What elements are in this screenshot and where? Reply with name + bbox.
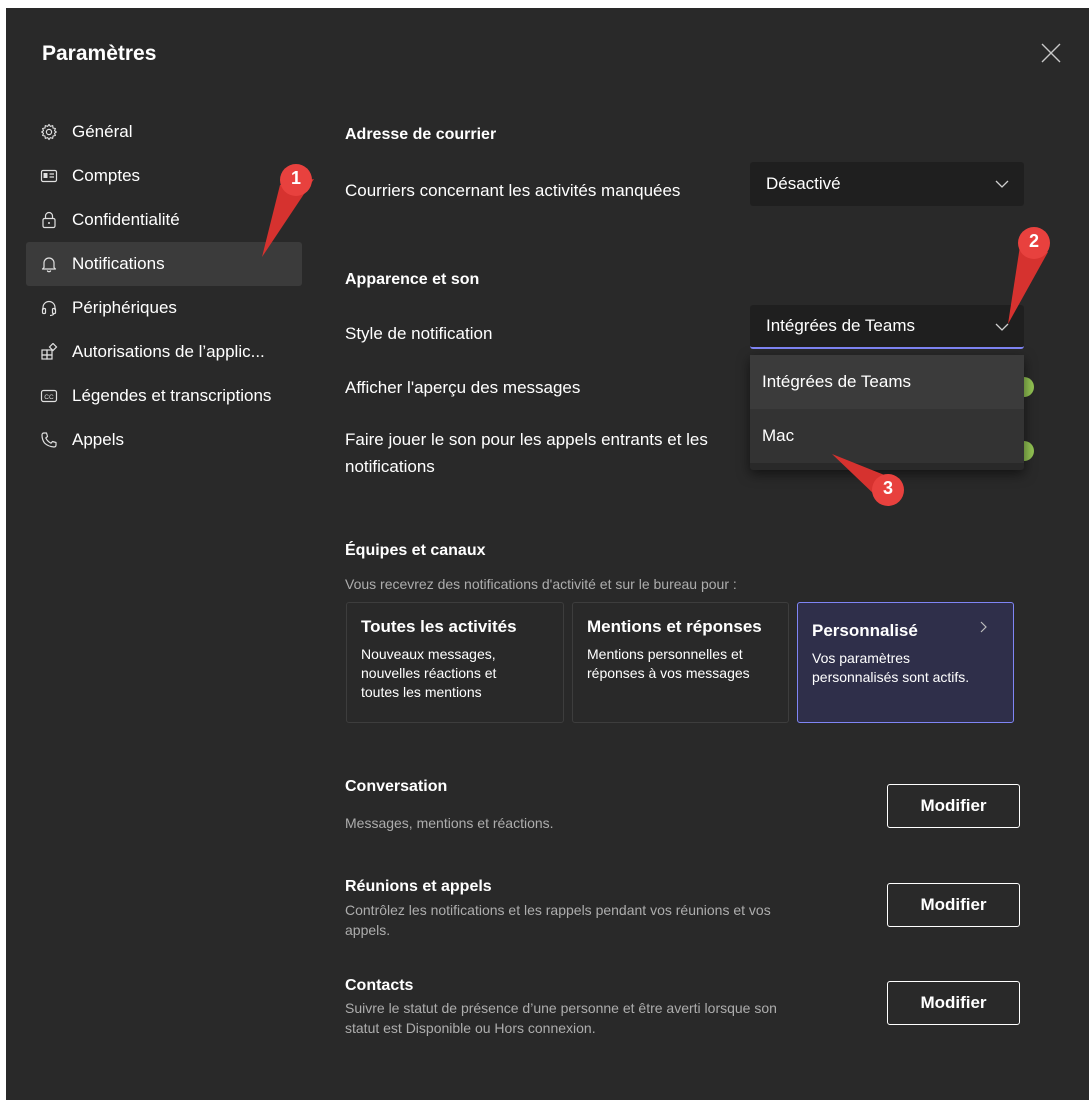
sidebar-item-label: Comptes bbox=[72, 166, 141, 185]
dropdown-option-teams[interactable]: Intégrées de Teams bbox=[750, 355, 1024, 409]
meetings-heading: Réunions et appels bbox=[345, 878, 492, 895]
sound-label-line2: notifications bbox=[345, 457, 435, 476]
card-desc-line1: Vos paramètres bbox=[812, 650, 911, 666]
contacts-heading: Contacts bbox=[345, 977, 414, 994]
close-icon[interactable] bbox=[1040, 42, 1062, 64]
chevron-right-icon bbox=[980, 621, 987, 633]
annotation-marker-3: 3 bbox=[828, 452, 908, 512]
chevron-down-icon bbox=[995, 180, 1009, 188]
sidebar-item-label: Appels bbox=[72, 430, 124, 449]
gear-icon bbox=[38, 121, 60, 143]
meetings-modify-button[interactable]: Modifier bbox=[887, 883, 1020, 927]
sidebar-item-label: Périphériques bbox=[72, 298, 177, 317]
missed-activity-select[interactable]: Désactivé bbox=[750, 162, 1024, 206]
notification-style-select[interactable]: Intégrées de Teams bbox=[750, 305, 1024, 349]
sidebar-item-label: Général bbox=[72, 122, 133, 141]
sidebar-item-captions[interactable]: CC Légendes et transcriptions bbox=[26, 374, 302, 418]
card-desc-line2: réponses à vos messages bbox=[587, 665, 750, 681]
sidebar-item-app-permissions[interactable]: Autorisations de l’applic... bbox=[26, 330, 302, 374]
sidebar-item-label: Légendes et transcriptions bbox=[72, 386, 272, 405]
card-all-activity[interactable]: Toutes les activités Nouveaux messages, … bbox=[346, 602, 564, 723]
email-section-heading: Adresse de courrier bbox=[345, 126, 497, 143]
card-mentions-replies[interactable]: Mentions et réponses Mentions personnell… bbox=[572, 602, 789, 723]
missed-activity-label: Courriers concernant les activités manqu… bbox=[345, 181, 681, 200]
card-desc-line2: nouvelles réactions et bbox=[361, 665, 497, 681]
teams-section-subtitle: Vous recevrez des notifications d'activi… bbox=[345, 576, 737, 592]
card-title: Toutes les activités bbox=[361, 617, 517, 636]
meetings-subtitle-line2: appels. bbox=[345, 922, 391, 938]
sidebar-item-label: Notifications bbox=[72, 254, 165, 273]
bell-icon bbox=[38, 253, 60, 275]
conversation-heading: Conversation bbox=[345, 778, 448, 795]
appearance-section-heading: Apparence et son bbox=[345, 271, 480, 288]
card-desc-line2: personnalisés sont actifs. bbox=[812, 669, 970, 685]
lock-icon bbox=[38, 209, 60, 231]
card-desc-line1: Mentions personnelles et bbox=[587, 646, 743, 662]
sidebar-item-label: Confidentialité bbox=[72, 210, 180, 229]
sidebar-item-devices[interactable]: Périphériques bbox=[26, 286, 302, 330]
marker-number: 2 bbox=[1028, 231, 1039, 251]
contacts-subtitle-line2: statut est Disponible ou Hors connexion. bbox=[345, 1020, 596, 1036]
conversation-modify-button[interactable]: Modifier bbox=[887, 784, 1020, 828]
svg-text:CC: CC bbox=[44, 394, 54, 401]
annotation-marker-2: 2 bbox=[1000, 226, 1060, 336]
marker-number: 3 bbox=[882, 478, 893, 498]
meetings-subtitle-line1: Contrôlez les notifications et les rappe… bbox=[345, 902, 771, 918]
card-custom[interactable]: Personnalisé Vos paramètres personnalisé… bbox=[797, 602, 1014, 723]
dialog-title: Paramètres bbox=[42, 42, 157, 65]
phone-icon bbox=[38, 429, 60, 451]
id-card-icon bbox=[38, 165, 60, 187]
sidebar-item-label: Autorisations de l’applic... bbox=[72, 342, 265, 361]
sound-label-line1: Faire jouer le son pour les appels entra… bbox=[345, 430, 708, 449]
notification-style-value: Intégrées de Teams bbox=[766, 316, 915, 335]
card-desc-line3: toutes les mentions bbox=[361, 684, 482, 700]
marker-number: 1 bbox=[290, 168, 301, 188]
annotation-marker-1: 1 bbox=[258, 163, 318, 263]
missed-activity-value: Désactivé bbox=[766, 174, 841, 193]
notification-style-label: Style de notification bbox=[345, 324, 493, 343]
card-desc-line1: Nouveaux messages, bbox=[361, 646, 496, 662]
contacts-modify-button[interactable]: Modifier bbox=[887, 981, 1020, 1025]
teams-section-heading: Équipes et canaux bbox=[345, 542, 486, 559]
card-title: Mentions et réponses bbox=[587, 617, 762, 636]
message-preview-label: Afficher l'aperçu des messages bbox=[345, 378, 581, 397]
conversation-subtitle: Messages, mentions et réactions. bbox=[345, 815, 554, 831]
captions-icon: CC bbox=[38, 385, 60, 407]
headset-icon bbox=[38, 297, 60, 319]
contacts-subtitle-line1: Suivre le statut de présence d’une perso… bbox=[345, 1000, 777, 1016]
card-title: Personnalisé bbox=[812, 621, 918, 640]
app-permissions-icon bbox=[38, 341, 60, 363]
sidebar-item-general[interactable]: Général bbox=[26, 110, 302, 154]
sidebar-item-calls[interactable]: Appels bbox=[26, 418, 302, 462]
